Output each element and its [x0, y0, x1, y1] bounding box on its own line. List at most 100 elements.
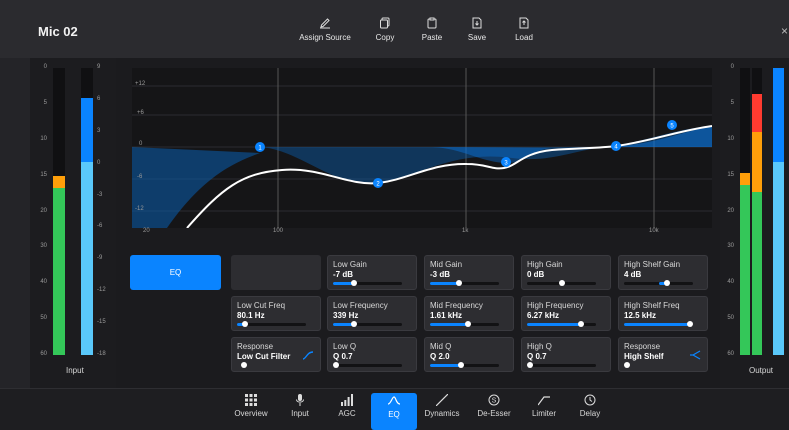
eq-node-3[interactable]: 3 — [501, 157, 511, 167]
high-q-knob[interactable] — [527, 362, 534, 368]
input-left-scale-tick-label: 5 — [43, 99, 47, 106]
nav-de-esser[interactable]: S De-Esser — [471, 392, 517, 418]
x-label-20: 20 — [143, 228, 150, 234]
low-q-slider[interactable] — [333, 362, 402, 368]
low-cut-freq-knob[interactable] — [242, 321, 249, 327]
output-mid-red — [752, 94, 762, 132]
mid-frequency-label: Mid Frequency — [430, 301, 483, 310]
high-frequency-slider[interactable] — [527, 321, 596, 327]
load-button[interactable]: Load — [489, 17, 559, 42]
low-cut-freq-label: Low Cut Freq — [237, 301, 286, 310]
low-cut-freq-value: 80.1 Hz — [237, 311, 265, 320]
x-label-10k: 10k — [649, 228, 659, 234]
mid-gain-slider[interactable] — [430, 280, 499, 286]
low-cut-freq-control[interactable]: Low Cut Freq 80.1 Hz — [231, 296, 321, 331]
low-q-label: Low Q — [333, 342, 357, 351]
input-gain-meter — [81, 68, 93, 355]
low-frequency-label: Low Frequency — [333, 301, 388, 310]
input-right-scale-tick-label: 0 — [97, 159, 101, 166]
output-scale-tick-label: 20 — [727, 207, 734, 214]
x-label-100: 100 — [273, 228, 284, 234]
low-cut-freq-slider[interactable] — [237, 321, 306, 327]
nav-eq[interactable]: EQ — [371, 393, 417, 430]
eq-node-2[interactable]: 2 — [373, 178, 383, 188]
input-right-scale-tick-label: -15 — [97, 319, 106, 326]
mid-q-slider[interactable] — [430, 362, 499, 368]
eq-graph[interactable]: 1 2 3 4 5 +12 +6 0 -6 -12 — [132, 68, 713, 229]
nav-eq-label: EQ — [388, 410, 400, 419]
output-meter-left — [740, 68, 750, 355]
y-label-minus12: -12 — [135, 206, 144, 212]
low-frequency-knob[interactable] — [350, 321, 357, 327]
high-shelf-freq-slider[interactable] — [624, 321, 693, 327]
nav-overview[interactable]: Overview — [228, 392, 274, 418]
high-frequency-knob[interactable] — [577, 321, 584, 327]
high-q-slider[interactable] — [527, 362, 596, 368]
input-level-green — [53, 188, 65, 355]
high-gain-knob[interactable] — [558, 280, 565, 286]
low-gain-control[interactable]: Low Gain -7 dB — [327, 255, 417, 290]
low-frequency-value: 339 Hz — [333, 311, 359, 320]
nav-agc[interactable]: AGC — [324, 392, 370, 418]
low-q-knob[interactable] — [333, 362, 340, 368]
mid-q-control[interactable]: Mid Q Q 2.0 — [424, 337, 514, 372]
high-shelf-gain-knob[interactable] — [664, 280, 671, 286]
nav-dynamics[interactable]: Dynamics — [419, 392, 465, 418]
mid-gain-control[interactable]: Mid Gain -3 dB — [424, 255, 514, 290]
eq-curve-svg: 1 2 3 4 5 — [132, 68, 713, 229]
response-low-knob[interactable] — [241, 362, 247, 368]
input-left-scale-tick-label: 60 — [40, 351, 47, 357]
input-left-scale-tick-label: 20 — [40, 207, 47, 214]
close-icon[interactable]: × — [781, 24, 788, 38]
low-gain-knob[interactable] — [350, 280, 357, 286]
response-low-slider[interactable] — [237, 362, 265, 368]
eq-node-1[interactable]: 1 — [255, 142, 265, 152]
input-level-meter — [53, 68, 65, 355]
input-right-scale-tick-label: -6 — [97, 223, 103, 230]
low-q-control[interactable]: Low Q Q 0.7 — [327, 337, 417, 372]
nav-input[interactable]: Input — [277, 392, 323, 418]
eq-response-curve — [186, 125, 713, 229]
response-high-control[interactable]: Response High Shelf — [618, 337, 708, 372]
low-gain-slider[interactable] — [333, 280, 402, 286]
high-shelf-gain-control[interactable]: High Shelf Gain 4 dB — [618, 255, 708, 290]
response-low-control[interactable]: Response Low Cut Filter — [231, 337, 321, 372]
y-label-plus6: +6 — [137, 110, 144, 116]
mid-q-knob[interactable] — [458, 362, 465, 368]
high-frequency-control[interactable]: High Frequency 6.27 kHz — [521, 296, 611, 331]
output-scale-tick-label: 50 — [727, 315, 734, 322]
eq-node-5[interactable]: 5 — [667, 120, 677, 130]
low-frequency-control[interactable]: Low Frequency 339 Hz — [327, 296, 417, 331]
mid-gain-knob[interactable] — [455, 280, 462, 286]
eq-node-4[interactable]: 4 — [611, 141, 621, 151]
nav-limiter[interactable]: Limiter — [521, 392, 567, 418]
high-q-control[interactable]: High Q Q 0.7 — [521, 337, 611, 372]
y-label-0: 0 — [139, 141, 143, 147]
response-high-label: Response — [624, 342, 661, 351]
mid-frequency-knob[interactable] — [464, 321, 471, 327]
nav-input-label: Input — [291, 409, 309, 418]
low-frequency-slider[interactable] — [333, 321, 402, 327]
nav-overview-label: Overview — [234, 409, 268, 418]
mid-frequency-control[interactable]: Mid Frequency 1.61 kHz — [424, 296, 514, 331]
nav-delay[interactable]: Delay — [567, 392, 613, 418]
high-frequency-fill — [527, 323, 581, 326]
output-mid-green — [752, 192, 762, 355]
high-shelf-freq-control[interactable]: High Shelf Freq 12.5 kHz — [618, 296, 708, 331]
response-high-slider[interactable] — [624, 362, 652, 368]
x-label-1k: 1k — [462, 228, 469, 234]
response-high-knob[interactable] — [624, 362, 630, 368]
high-gain-slider[interactable] — [527, 280, 596, 286]
pencil-icon — [320, 18, 330, 29]
input-left-scale-tick-label: 0 — [43, 64, 47, 70]
high-shelf-freq-knob[interactable] — [686, 321, 693, 327]
nav-agc-label: AGC — [338, 409, 356, 418]
eq-enable-button[interactable]: EQ — [130, 255, 221, 290]
high-gain-control[interactable]: High Gain 0 dB — [521, 255, 611, 290]
mid-frequency-slider[interactable] — [430, 321, 499, 327]
output-scale-tick-label: 40 — [727, 279, 734, 286]
low-gain-value: -7 dB — [333, 270, 353, 279]
mid-gain-fill — [430, 282, 459, 285]
window-title: Mic 02 — [38, 24, 78, 39]
high-shelf-gain-slider[interactable] — [624, 280, 693, 286]
